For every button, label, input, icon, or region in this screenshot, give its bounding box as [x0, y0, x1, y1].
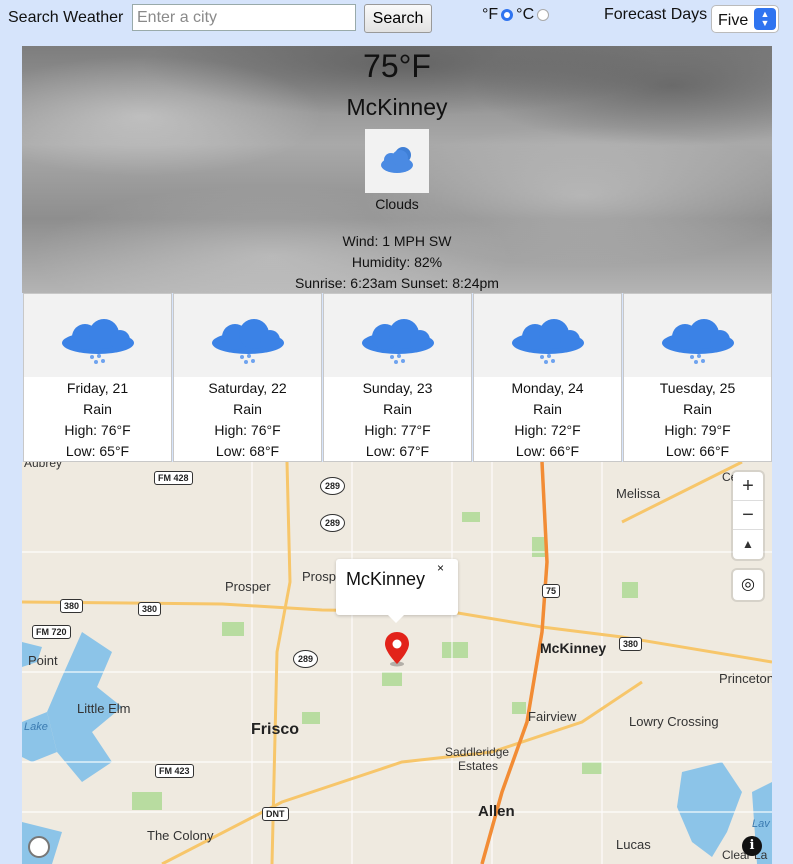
clouds-icon: [365, 129, 429, 193]
rain-icon: [324, 294, 471, 377]
map-popup: McKinney ×: [336, 559, 458, 623]
popup-title: McKinney: [346, 569, 426, 589]
current-weather-panel: 75°F McKinney Clouds Wind: 1 MPH SW Humi…: [22, 46, 772, 293]
forecast-high: High: 77°F: [364, 422, 431, 438]
search-button[interactable]: Search: [364, 4, 432, 33]
road-shield: 380: [619, 637, 643, 651]
place-label: Little Elm: [77, 701, 131, 716]
place-label: Prosper: [225, 579, 271, 594]
city-search-input[interactable]: [132, 4, 356, 31]
rain-icon: [624, 294, 771, 377]
forecast-condition: Rain: [533, 401, 562, 417]
place-label: Frisco: [251, 721, 300, 738]
forecast-high: High: 76°F: [214, 422, 281, 438]
forecast-low: Low: 65°F: [65, 443, 130, 459]
current-temperature: 75°F: [363, 48, 431, 84]
place-label: Allen: [478, 803, 515, 820]
celsius-label: °C: [516, 6, 535, 23]
info-icon[interactable]: i: [742, 836, 762, 856]
rain-icon: [474, 294, 621, 377]
current-sun-times: Sunrise: 6:23am Sunset: 8:24pm: [295, 275, 499, 291]
forecast-low: Low: 66°F: [515, 443, 580, 459]
forecast-card: Sunday, 23 Rain High: 77°F Low: 67°F: [323, 293, 472, 462]
road-shield: FM 423: [155, 764, 194, 778]
place-label: Prosp: [302, 569, 336, 584]
forecast-day: Sunday, 23: [362, 380, 433, 396]
forecast-row: Friday, 21 Rain High: 76°F Low: 65°F Sat…: [22, 293, 772, 462]
place-label: Estates: [458, 759, 499, 773]
search-label: Search Weather: [8, 9, 124, 26]
forecast-condition: Rain: [233, 401, 262, 417]
place-label: Lake: [24, 721, 48, 733]
place-label: Princeton: [719, 671, 772, 686]
place-label: Lav: [752, 818, 770, 830]
map-logo-icon[interactable]: [28, 836, 50, 858]
map[interactable]: Aubrey Melissa Celina Prosper Prosp McKi…: [22, 462, 772, 864]
place-label: Aubrey: [24, 462, 63, 470]
place-label: McKinney: [540, 640, 607, 656]
road-shield: 380: [60, 599, 84, 613]
place-label: Melissa: [616, 486, 661, 501]
place-label: Fairview: [528, 709, 577, 724]
forecast-condition: Rain: [683, 401, 712, 417]
forecast-days-label: Forecast Days: [604, 6, 708, 23]
place-label: Lowry Crossing: [629, 714, 719, 729]
current-condition: Clouds: [375, 196, 419, 212]
chevron-updown-icon: ▲ ▼: [754, 8, 776, 30]
forecast-high: High: 76°F: [64, 422, 131, 438]
forecast-condition: Rain: [83, 401, 112, 417]
place-label: Lucas: [616, 837, 651, 852]
forecast-card: Saturday, 22 Rain High: 76°F Low: 68°F: [173, 293, 322, 462]
geolocate-icon[interactable]: ◎: [733, 570, 763, 600]
road-shield: 380: [138, 602, 162, 616]
current-wind: Wind: 1 MPH SW: [342, 233, 452, 249]
current-city: McKinney: [346, 94, 448, 120]
rain-icon: [24, 294, 171, 377]
forecast-days-value: Five: [718, 12, 749, 29]
close-icon[interactable]: ×: [437, 561, 444, 575]
forecast-day: Saturday, 22: [208, 380, 287, 396]
celsius-radio[interactable]: [537, 9, 550, 21]
forecast-card: Tuesday, 25 Rain High: 79°F Low: 66°F: [623, 293, 772, 462]
zoom-out-button[interactable]: −: [733, 501, 763, 530]
unit-toggle: °F °C: [482, 6, 550, 24]
forecast-day: Monday, 24: [511, 380, 584, 396]
forecast-high: High: 72°F: [514, 422, 581, 438]
place-label: The Colony: [147, 828, 214, 843]
forecast-day: Tuesday, 25: [659, 380, 736, 396]
road-shield: 75: [542, 584, 561, 598]
forecast-low: Low: 67°F: [365, 443, 430, 459]
toolbar: Search Weather Search °F °C Forecast Day…: [0, 0, 793, 40]
forecast-low: Low: 66°F: [665, 443, 730, 459]
road-shield: 289: [293, 650, 319, 668]
road-shield: 289: [320, 514, 346, 532]
rain-icon: [174, 294, 321, 377]
popup-tip: [388, 615, 404, 623]
forecast-day: Friday, 21: [66, 380, 129, 396]
place-label: Saddleridge: [445, 745, 510, 759]
forecast-days-select[interactable]: Five ▲ ▼: [711, 5, 779, 33]
road-shield: FM 428: [154, 471, 193, 485]
zoom-in-button[interactable]: +: [733, 472, 763, 501]
current-humidity: Humidity: 82%: [351, 254, 443, 270]
road-shield: 289: [320, 477, 346, 495]
forecast-high: High: 79°F: [664, 422, 731, 438]
fahrenheit-radio[interactable]: [501, 9, 514, 21]
forecast-card: Friday, 21 Rain High: 76°F Low: 65°F: [23, 293, 172, 462]
forecast-low: Low: 68°F: [215, 443, 280, 459]
road-shield: FM 720: [32, 625, 71, 639]
map-zoom-controls: + − ▲: [733, 472, 763, 559]
fahrenheit-label: °F: [482, 6, 499, 23]
compass-button[interactable]: ▲: [733, 530, 763, 559]
forecast-condition: Rain: [383, 401, 412, 417]
road-shield: DNT: [262, 807, 289, 821]
place-label: Point: [28, 653, 58, 668]
forecast-card: Monday, 24 Rain High: 72°F Low: 66°F: [473, 293, 622, 462]
